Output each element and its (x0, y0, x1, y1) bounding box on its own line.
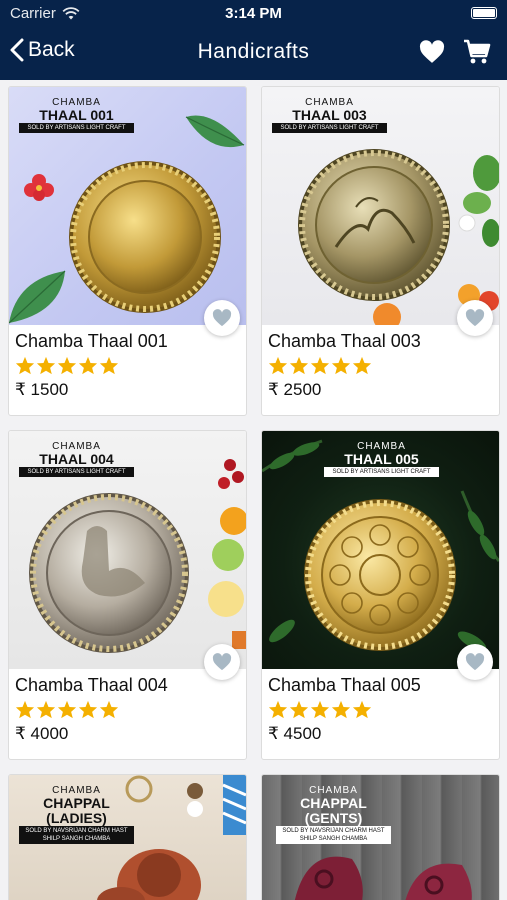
banner-title: THAAL 003 (292, 107, 367, 123)
cart-icon (464, 39, 491, 64)
banner-seller: SOLD BY ARTISANS LIGHT CRAFT (19, 123, 134, 133)
star-icon (268, 700, 288, 719)
rating-stars (268, 356, 493, 375)
star-icon (268, 356, 288, 375)
star-icon (78, 356, 98, 375)
banner-seller: SOLD BY ARTISANS LIGHT CRAFT (19, 467, 134, 477)
product-card[interactable]: CHAMBA THAAL 005 SOLD BY ARTISANS LIGHT … (261, 430, 500, 760)
product-info: Chamba Thaal 005 ₹ 4500 (262, 669, 499, 744)
plate-illustration (29, 493, 189, 653)
navigation-bar: Back Handicrafts (0, 28, 507, 80)
plate-illustration (69, 161, 221, 313)
star-icon (289, 356, 309, 375)
product-card[interactable]: CHAMBA THAAL 004 SOLD BY ARTISANS LIGHT … (8, 430, 247, 760)
decor-leaf (9, 270, 66, 324)
add-to-wishlist-button[interactable] (457, 300, 493, 336)
heart-icon (465, 309, 485, 327)
add-to-wishlist-button[interactable] (204, 300, 240, 336)
product-image: CHAMBA THAAL 005 SOLD BY ARTISANS LIGHT … (262, 431, 499, 669)
rating-stars (15, 700, 240, 719)
wishlist-button[interactable] (419, 40, 445, 69)
add-to-wishlist-button[interactable] (457, 644, 493, 680)
star-icon (289, 700, 309, 719)
product-image: CHAMBA THAAL 003 SOLD BY ARTISANS LIGHT … (262, 87, 499, 325)
plate-illustration (304, 499, 456, 651)
decor-leaves (458, 155, 499, 247)
heart-icon (212, 309, 232, 327)
star-icon (36, 700, 56, 719)
product-grid: CHAMBA THAAL 001 SOLD BY ARTISANS LIGHT … (0, 80, 507, 900)
star-icon (57, 356, 77, 375)
star-icon (331, 356, 351, 375)
product-price: ₹ 4500 (268, 724, 322, 743)
decor-flower (24, 174, 54, 201)
status-bar: Carrier 3:14 PM (0, 0, 507, 28)
banner-seller: SOLD BY ARTISANS LIGHT CRAFT (272, 123, 387, 133)
add-to-wishlist-button[interactable] (204, 644, 240, 680)
product-card[interactable]: CHAMBA THAAL 001 SOLD BY ARTISANS LIGHT … (8, 86, 247, 416)
product-image: CHAMBA THAAL 001 SOLD BY ARTISANS LIGHT … (9, 87, 246, 325)
star-icon (352, 356, 372, 375)
banner-seller: SOLD BY ARTISANS LIGHT CRAFT (324, 467, 439, 477)
product-name: Chamba Thaal 001 (15, 331, 168, 351)
decor-leaf (185, 115, 245, 148)
product-banner: CHAMBA THAAL 003 SOLD BY ARTISANS LIGHT … (272, 97, 387, 133)
product-banner: CHAMBA CHAPPAL (GENTS) SOLD BY NAVSRIJAN… (276, 785, 391, 844)
clock: 3:14 PM (225, 5, 282, 22)
product-info: Chamba Thaal 004 ₹ 4000 (9, 669, 246, 744)
product-card[interactable]: CHAMBA CHAPPAL (GENTS) SOLD BY NAVSRIJAN… (261, 774, 500, 900)
product-price: ₹ 2500 (268, 380, 322, 399)
product-image: CHAMBA CHAPPAL (LADIES) SOLD BY NAVSRIJA… (9, 775, 246, 900)
product-banner: CHAMBA THAAL 005 SOLD BY ARTISANS LIGHT … (324, 441, 439, 477)
product-name: Chamba Thaal 004 (15, 675, 168, 695)
star-icon (331, 700, 351, 719)
product-image: CHAMBA THAAL 004 SOLD BY ARTISANS LIGHT … (9, 431, 246, 669)
star-icon (99, 700, 119, 719)
star-icon (99, 356, 119, 375)
product-banner: CHAMBA THAAL 001 SOLD BY ARTISANS LIGHT … (19, 97, 134, 133)
star-icon (352, 700, 372, 719)
rating-stars (15, 356, 240, 375)
plate-illustration (298, 149, 450, 301)
product-banner: CHAMBA CHAPPAL (LADIES) SOLD BY NAVSRIJA… (19, 785, 134, 844)
rating-stars (268, 700, 493, 719)
banner-title: THAAL 005 (344, 451, 419, 467)
product-image: CHAMBA CHAPPAL (GENTS) SOLD BY NAVSRIJAN… (262, 775, 499, 900)
banner-title: CHAPPAL (LADIES) (43, 795, 110, 826)
product-price: ₹ 4000 (15, 724, 69, 743)
product-info: Chamba Thaal 003 ₹ 2500 (262, 325, 499, 400)
star-icon (310, 356, 330, 375)
product-name: Chamba Thaal 005 (268, 675, 421, 695)
star-icon (310, 700, 330, 719)
banner-seller: SOLD BY NAVSRIJAN CHARM HAST SHILP SANGH… (276, 826, 391, 844)
banner-title: THAAL 001 (39, 107, 114, 123)
battery-icon (471, 7, 497, 19)
star-icon (15, 356, 35, 375)
banner-title: THAAL 004 (39, 451, 114, 467)
product-name: Chamba Thaal 003 (268, 331, 421, 351)
product-card[interactable]: CHAMBA THAAL 003 SOLD BY ARTISANS LIGHT … (261, 86, 500, 416)
product-card[interactable]: CHAMBA CHAPPAL (LADIES) SOLD BY NAVSRIJA… (8, 774, 247, 900)
star-icon (57, 700, 77, 719)
product-info: Chamba Thaal 001 ₹ 1500 (9, 325, 246, 400)
star-icon (36, 356, 56, 375)
star-icon (78, 700, 98, 719)
heart-icon (419, 40, 445, 63)
heart-icon (465, 653, 485, 671)
decor-fruit (208, 459, 246, 649)
cart-button[interactable] (463, 39, 491, 70)
heart-icon (212, 653, 232, 671)
product-price: ₹ 1500 (15, 380, 69, 399)
product-banner: CHAMBA THAAL 004 SOLD BY ARTISANS LIGHT … (19, 441, 134, 477)
banner-title: CHAPPAL (GENTS) (300, 795, 367, 826)
star-icon (15, 700, 35, 719)
banner-seller: SOLD BY NAVSRIJAN CHARM HAST SHILP SANGH… (19, 826, 134, 844)
